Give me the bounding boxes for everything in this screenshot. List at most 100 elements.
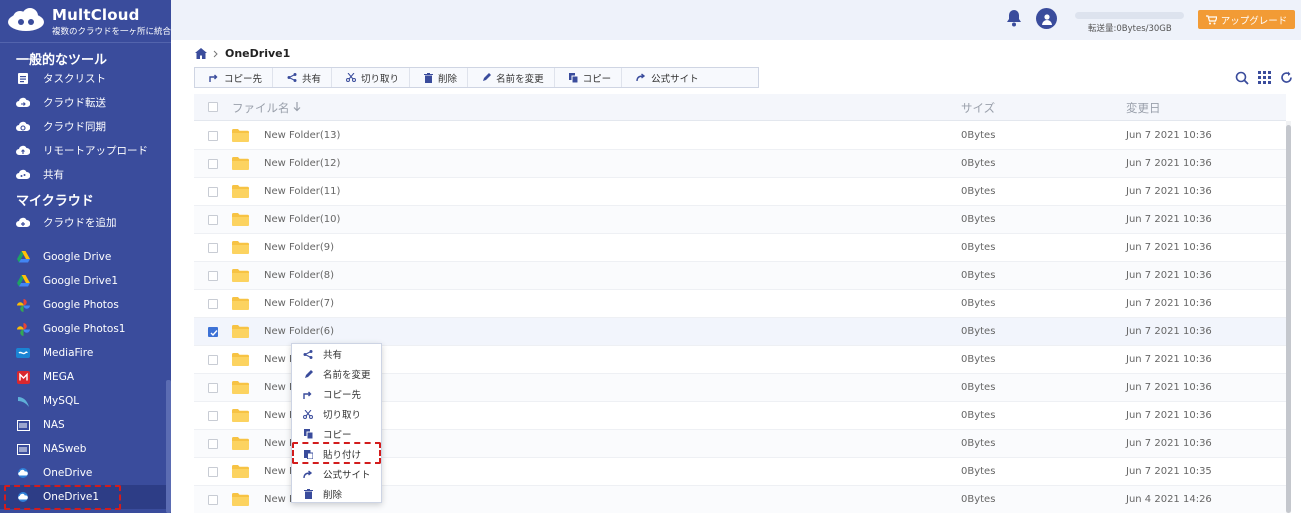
folder-icon <box>232 269 249 282</box>
sidebar-item-onedrive[interactable]: OneDrive <box>0 461 167 485</box>
row-checkbox[interactable] <box>208 439 218 449</box>
sidebar-item-cloud-sync[interactable]: クラウド同期 <box>0 114 167 138</box>
folder-icon <box>232 297 249 310</box>
row-checkbox[interactable] <box>208 411 218 421</box>
file-date: Jun 7 2021 10:36 <box>1126 186 1212 197</box>
nas-icon <box>16 442 30 456</box>
sidebar-item-nas[interactable]: NAS <box>0 413 167 437</box>
table-header: ファイル名 サイズ 変更日 <box>194 94 1286 121</box>
table-row[interactable]: New Folder(11) 0Bytes Jun 7 2021 10:36 <box>194 178 1286 206</box>
context-item-cut[interactable]: 切り取り <box>292 404 381 424</box>
table-row[interactable]: New Folder(6) 0Bytes Jun 7 2021 10:36 <box>194 318 1286 346</box>
sidebar-item-mediafire[interactable]: MediaFire <box>0 341 167 365</box>
file-name[interactable]: New Folder(8) <box>264 270 334 281</box>
table-scrollbar[interactable] <box>1286 121 1291 513</box>
table-row[interactable]: New Folder(8) 0Bytes Jun 7 2021 10:36 <box>194 262 1286 290</box>
folder-icon <box>232 493 249 506</box>
row-checkbox[interactable] <box>208 299 218 309</box>
file-name[interactable]: New Folder(10) <box>264 214 340 225</box>
sidebar-item-mega[interactable]: MEGA <box>0 365 167 389</box>
copy-to-button[interactable]: コピー先 <box>195 68 274 87</box>
row-checkbox[interactable] <box>208 187 218 197</box>
row-checkbox[interactable] <box>208 383 218 393</box>
row-checkbox[interactable] <box>208 131 218 141</box>
rename-button[interactable]: 名前を変更 <box>468 68 555 87</box>
official-site-button[interactable]: 公式サイト <box>622 68 709 87</box>
select-all-checkbox[interactable] <box>208 102 218 112</box>
row-checkbox[interactable] <box>208 327 218 337</box>
row-checkbox[interactable] <box>208 467 218 477</box>
toolbar-label: コピー <box>582 73 612 85</box>
sidebar-item-google-photos1[interactable]: Google Photos1 <box>0 317 167 341</box>
sidebar-item-label: Google Drive <box>43 251 112 263</box>
context-item-official-site[interactable]: 公式サイト <box>292 464 381 484</box>
logo[interactable]: MultCloud 複数のクラウドを一ヶ所に統合 <box>6 4 171 38</box>
copy-button[interactable]: コピー <box>555 68 623 87</box>
row-checkbox[interactable] <box>208 243 218 253</box>
sidebar-item-google-drive[interactable]: Google Drive <box>0 245 167 269</box>
file-name[interactable]: New Folder(6) <box>264 326 334 337</box>
google-drive-icon <box>16 274 30 288</box>
column-header-size[interactable]: サイズ <box>961 100 995 116</box>
table-row[interactable]: New Folder(13) 0Bytes Jun 7 2021 10:36 <box>194 122 1286 150</box>
sidebar-item-label: NAS <box>43 419 65 431</box>
upgrade-button[interactable]: アップグレード <box>1198 10 1295 29</box>
context-item-share[interactable]: 共有 <box>292 344 381 364</box>
file-name[interactable]: New Folder(9) <box>264 242 334 253</box>
bell-icon[interactable] <box>1006 9 1022 27</box>
view-tools <box>1235 71 1293 85</box>
share-button[interactable]: 共有 <box>273 68 333 87</box>
add-cloud-icon <box>16 215 30 229</box>
sidebar-item-label: 共有 <box>43 168 64 181</box>
breadcrumb-current[interactable]: OneDrive1 <box>225 47 290 60</box>
file-name[interactable]: New Folder(11) <box>264 186 340 197</box>
row-checkbox[interactable] <box>208 215 218 225</box>
sidebar-item-remote-upload[interactable]: リモートアップロード <box>0 138 167 162</box>
folder-icon <box>232 241 249 254</box>
sidebar-item-task-list[interactable]: タスクリスト <box>0 66 167 90</box>
search-icon[interactable] <box>1235 71 1249 85</box>
column-header-date[interactable]: 変更日 <box>1126 100 1161 116</box>
user-icon <box>1041 13 1052 25</box>
folder-icon <box>232 157 249 170</box>
scrollbar-thumb[interactable] <box>1286 125 1291 513</box>
table-row[interactable]: New Folder(7) 0Bytes Jun 7 2021 10:36 <box>194 290 1286 318</box>
context-item-delete[interactable]: 削除 <box>292 484 381 504</box>
file-date: Jun 7 2021 10:36 <box>1126 438 1212 449</box>
row-checkbox[interactable] <box>208 495 218 505</box>
context-item-copy-to[interactable]: コピー先 <box>292 384 381 404</box>
context-item-copy[interactable]: コピー <box>292 424 381 444</box>
sidebar-item-label: クラウドを追加 <box>43 216 117 229</box>
row-checkbox[interactable] <box>208 355 218 365</box>
file-date: Jun 7 2021 10:36 <box>1126 214 1212 225</box>
file-name[interactable]: New Folder(13) <box>264 130 340 141</box>
context-item-rename[interactable]: 名前を変更 <box>292 364 381 384</box>
home-icon[interactable] <box>195 48 207 59</box>
avatar[interactable] <box>1036 8 1057 29</box>
file-name[interactable]: New Folder(12) <box>264 158 340 169</box>
sidebar-item-nasweb[interactable]: NASweb <box>0 437 167 461</box>
table-row[interactable]: New Folder(12) 0Bytes Jun 7 2021 10:36 <box>194 150 1286 178</box>
refresh-icon[interactable] <box>1280 71 1293 84</box>
cart-icon <box>1205 14 1217 24</box>
multcloud-logo-icon <box>8 8 44 31</box>
file-name[interactable]: New Folder(7) <box>264 298 334 309</box>
table-row[interactable]: New Folder(9) 0Bytes Jun 7 2021 10:36 <box>194 234 1286 262</box>
cut-button[interactable]: 切り取り <box>332 68 411 87</box>
sidebar-item-cloud-transfer[interactable]: クラウド転送 <box>0 90 167 114</box>
share-icon <box>287 73 297 82</box>
column-header-name[interactable]: ファイル名 <box>232 100 301 116</box>
row-checkbox[interactable] <box>208 271 218 281</box>
sidebar-item-google-photos[interactable]: Google Photos <box>0 293 167 317</box>
cloud-transfer-icon <box>16 95 30 109</box>
table-row[interactable]: New Folder(10) 0Bytes Jun 7 2021 10:36 <box>194 206 1286 234</box>
folder-icon <box>232 353 249 366</box>
delete-button[interactable]: 削除 <box>410 68 469 87</box>
sidebar-item-mysql[interactable]: MySQL <box>0 389 167 413</box>
sidebar-item-google-drive1[interactable]: Google Drive1 <box>0 269 167 293</box>
external-link-icon <box>636 73 646 82</box>
grid-view-icon[interactable] <box>1258 71 1271 84</box>
row-checkbox[interactable] <box>208 159 218 169</box>
sidebar-item-share[interactable]: 共有 <box>0 162 167 186</box>
add-cloud-button[interactable]: クラウドを追加 <box>0 210 167 234</box>
